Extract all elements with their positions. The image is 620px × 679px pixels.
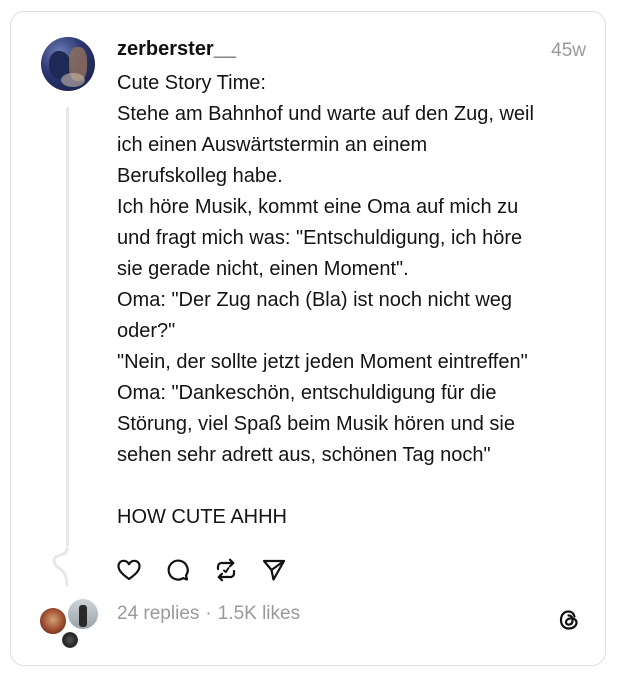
threads-logo-icon[interactable]: [556, 607, 582, 633]
likes-count[interactable]: 1.5K likes: [218, 603, 300, 624]
post-line: Oma: "Dankeschön, entschuldigung für die: [117, 382, 497, 404]
comment-icon[interactable]: [164, 557, 190, 583]
post-line: sie gerade nicht, einen Moment".: [117, 258, 409, 280]
reply-avatar: [60, 630, 80, 650]
post-line: ich einen Auswärtstermin an einem: [117, 134, 428, 156]
post-blank-line: [117, 471, 597, 502]
username[interactable]: zerberster__: [117, 38, 236, 61]
post-line: Ich höre Musik, kommt eine Oma auf mich …: [117, 196, 519, 218]
post-line: "Nein, der sollte jetzt jeden Moment ein…: [117, 351, 528, 373]
reply-avatars[interactable]: [38, 597, 100, 653]
post-line: oder?": [117, 320, 176, 342]
stats-separator: ·: [205, 603, 212, 624]
replies-count[interactable]: 24 replies: [117, 603, 199, 624]
thread-line: [66, 107, 69, 547]
repost-icon[interactable]: [213, 557, 239, 583]
post-line: Störung, viel Spaß beim Musik hören und …: [117, 413, 515, 435]
post-stats: 24 replies · 1.5K likes: [117, 603, 300, 625]
reply-avatar: [66, 597, 100, 631]
post-body: Cute Story Time: Stehe am Bahnhof und wa…: [117, 68, 597, 533]
user-avatar[interactable]: [41, 37, 95, 91]
post-line: Berufskolleg habe.: [117, 165, 283, 187]
share-icon[interactable]: [261, 557, 287, 583]
thread-curl-icon: [52, 547, 69, 587]
post-line: Stehe am Bahnhof und warte auf den Zug, …: [117, 103, 534, 125]
heart-icon[interactable]: [116, 557, 142, 583]
post-line: und fragt mich was: "Entschuldigung, ich…: [117, 227, 523, 249]
post-line: Oma: "Der Zug nach (Bla) ist noch nicht …: [117, 289, 513, 311]
post-line: sehen sehr adrett aus, schönen Tag noch": [117, 444, 491, 466]
post-line: HOW CUTE AHHH: [117, 506, 287, 528]
post-timestamp: 45w: [551, 40, 586, 61]
post-line: Cute Story Time:: [117, 72, 266, 94]
